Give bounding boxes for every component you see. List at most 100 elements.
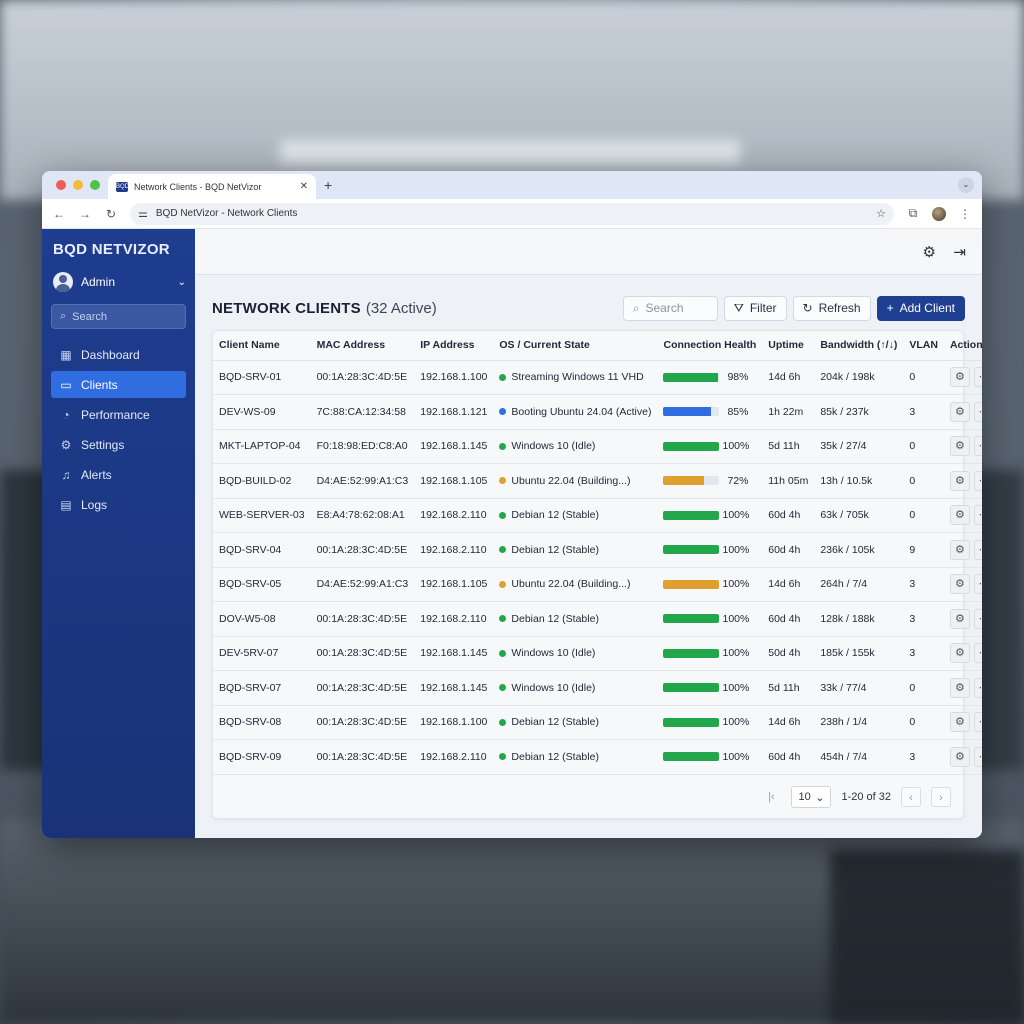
forward-arrow-icon[interactable]: →	[78, 207, 92, 221]
column-header[interactable]: Uptime	[762, 331, 815, 361]
browser-menu-icon[interactable]: ⋮	[958, 207, 972, 221]
column-header[interactable]: Bandwidth (↑/↓)	[814, 331, 904, 361]
table-row[interactable]: BQD-BUILD-02 D4:AE:52:99:A1:C3 192.168.1.1…	[213, 463, 982, 499]
bookmark-star-icon[interactable]: ☆	[876, 207, 886, 220]
table-row[interactable]: BQD-SRV-07 00:1A:28:3C:4D:5E 192.168.1.145…	[213, 670, 982, 706]
table-row[interactable]: BQD-SRV-05 D4:AE:52:99:A1:C3 192.168.1.105…	[213, 567, 982, 602]
sidebar-item-dashboard[interactable]: ▦ Dashboard	[51, 341, 186, 368]
os-state-cell: Ubuntu 22.04 (Building...)	[493, 567, 658, 602]
prev-page-button[interactable]: ‹	[901, 787, 921, 807]
sidebar-item-clients[interactable]: ▭ Clients	[51, 371, 186, 398]
configure-gear-icon[interactable]: ⚙	[949, 746, 970, 767]
table-row[interactable]: DEV-5RV-07 00:1A:28:3C:4D:5E 192.168.1.145…	[213, 636, 982, 671]
add-client-button[interactable]: + Add Client	[876, 295, 965, 321]
configure-gear-icon[interactable]: ⚙	[949, 367, 970, 388]
file-icon: ▤	[60, 497, 72, 512]
pagination-range: 1-20 of 32	[841, 791, 891, 803]
uptime: 50d 4h	[762, 636, 815, 671]
health-percent: 100%	[722, 543, 750, 556]
table-row[interactable]: MKT-LAPTOP-04 F0:18:98:ED:C8:A0 192.168.1.…	[213, 429, 982, 464]
more-options-icon[interactable]: ⋯	[973, 746, 982, 767]
close-window-button[interactable]	[56, 180, 66, 190]
filter-button[interactable]: ⛛ Filter	[723, 295, 787, 321]
status-dot-icon	[499, 408, 507, 416]
configure-gear-icon[interactable]: ⚙	[949, 677, 970, 698]
column-header[interactable]: OS / Current State	[493, 331, 658, 361]
close-tab-icon[interactable]: ✕	[300, 181, 308, 192]
sidebar-search-input[interactable]: ⌕ Search	[51, 304, 186, 329]
page-size-select[interactable]: 10 ⌄	[791, 786, 832, 808]
health-bar	[663, 614, 720, 624]
reload-icon[interactable]: ↻	[104, 207, 118, 221]
address-bar[interactable]: ⚌ BQD NetVizor - Network Clients ☆	[130, 202, 894, 225]
configure-gear-icon[interactable]: ⚙	[949, 574, 970, 595]
sidebar-item-performance[interactable]: ◔ Performance	[51, 401, 186, 428]
column-header[interactable]: Connection Health	[657, 331, 763, 361]
configure-gear-icon[interactable]: ⚙	[949, 643, 970, 664]
more-options-icon[interactable]: ⋯	[973, 643, 982, 664]
page-title: NETWORK CLIENTS	[212, 299, 361, 317]
chevron-down-icon: ⌄	[177, 276, 186, 288]
configure-gear-icon[interactable]: ⚙	[949, 608, 970, 629]
next-page-button[interactable]: ›	[931, 787, 951, 807]
user-avatar-icon	[53, 272, 73, 292]
more-options-icon[interactable]: ⋯	[973, 401, 982, 422]
configure-gear-icon[interactable]: ⚙	[949, 436, 970, 457]
bandwidth: 238h / 1/4	[814, 705, 904, 740]
more-options-icon[interactable]: ⋯	[973, 436, 982, 457]
column-header[interactable]: VLAN	[903, 331, 944, 361]
configure-gear-icon[interactable]: ⚙	[949, 401, 970, 422]
vlan: 0	[903, 705, 944, 740]
ip-address: 192.168.1.100	[414, 705, 494, 740]
table-row[interactable]: DOV-W5-08 00:1A:28:3C:4D:5E 192.168.2.110 D…	[213, 601, 982, 637]
column-header[interactable]: Client Name	[213, 331, 311, 361]
table-row[interactable]: WEB-SERVER-03 E8:A4:78:62:08:A1 192.168.2.…	[213, 498, 982, 533]
refresh-button[interactable]: ↻ Refresh	[792, 295, 871, 321]
maximize-window-button[interactable]	[90, 180, 100, 190]
settings-gear-icon[interactable]: ⚙	[923, 243, 936, 261]
more-options-icon[interactable]: ⋯	[973, 608, 982, 629]
column-header[interactable]: IP Address	[414, 331, 494, 361]
sidebar-item-settings[interactable]: ⚙ Settings	[51, 431, 186, 458]
logout-icon[interactable]: ⇥	[953, 243, 966, 261]
back-arrow-icon[interactable]: ←	[52, 207, 66, 221]
os-state: Windows 10 (Idle)	[511, 440, 596, 453]
more-options-icon[interactable]: ⋯	[973, 539, 982, 560]
ip-address: 192.168.1.105	[414, 463, 494, 499]
user-menu[interactable]: Admin ⌄	[53, 272, 186, 292]
table-row[interactable]: BQD-SRV-08 00:1A:28:3C:4D:5E 192.168.1.100…	[213, 705, 982, 740]
column-header[interactable]: Actions	[943, 331, 982, 361]
more-options-icon[interactable]: ⋯	[973, 712, 982, 733]
site-info-icon[interactable]: ⚌	[138, 207, 148, 220]
more-options-icon[interactable]: ⋯	[973, 367, 982, 388]
sidebar-item-alerts[interactable]: ♫ Alerts	[51, 461, 186, 488]
table-row[interactable]: BQD-SRV-04 00:1A:28:3C:4D:5E 192.168.2.110…	[213, 532, 982, 568]
column-header[interactable]: MAC Address	[310, 331, 415, 361]
table-row[interactable]: BQD-SRV-01 00:1A:28:3C:4D:5E 192.168.1.100…	[213, 360, 982, 395]
first-page-icon[interactable]: |‹	[761, 787, 781, 807]
minimize-window-button[interactable]	[73, 180, 83, 190]
os-state: Windows 10 (Idle)	[511, 647, 596, 660]
browser-tab[interactable]: BQD Network Clients - BQD NetVizor ✕	[108, 174, 316, 199]
configure-gear-icon[interactable]: ⚙	[949, 539, 970, 560]
more-options-icon[interactable]: ⋯	[973, 505, 982, 526]
new-tab-icon[interactable]: +	[324, 177, 332, 193]
health-bar-fill	[663, 614, 720, 624]
configure-gear-icon[interactable]: ⚙	[949, 470, 970, 491]
sidebar-item-label: Performance	[81, 407, 150, 422]
connection-health-cell: 72%	[657, 463, 763, 499]
more-options-icon[interactable]: ⋯	[973, 470, 982, 491]
search-input[interactable]: ⌕ Search	[622, 295, 718, 321]
table-row[interactable]: DEV-WS-09 7C:88:CA:12:34:58 192.168.1.121 B…	[213, 394, 982, 430]
configure-gear-icon[interactable]: ⚙	[949, 712, 970, 733]
extensions-icon[interactable]: ⧉	[906, 206, 920, 221]
connection-health-cell: 100%	[657, 429, 763, 464]
sidebar-item-logs[interactable]: ▤ Logs	[51, 491, 186, 518]
health-bar	[663, 545, 720, 555]
more-options-icon[interactable]: ⋯	[973, 574, 982, 595]
profile-avatar[interactable]	[932, 206, 946, 221]
configure-gear-icon[interactable]: ⚙	[949, 505, 970, 526]
table-row[interactable]: BQD-SRV-09 00:1A:28:3C:4D:5E 192.168.2.110…	[213, 739, 982, 775]
more-options-icon[interactable]: ⋯	[973, 677, 982, 698]
tab-list-chevron-icon[interactable]: ⌄	[958, 177, 974, 193]
